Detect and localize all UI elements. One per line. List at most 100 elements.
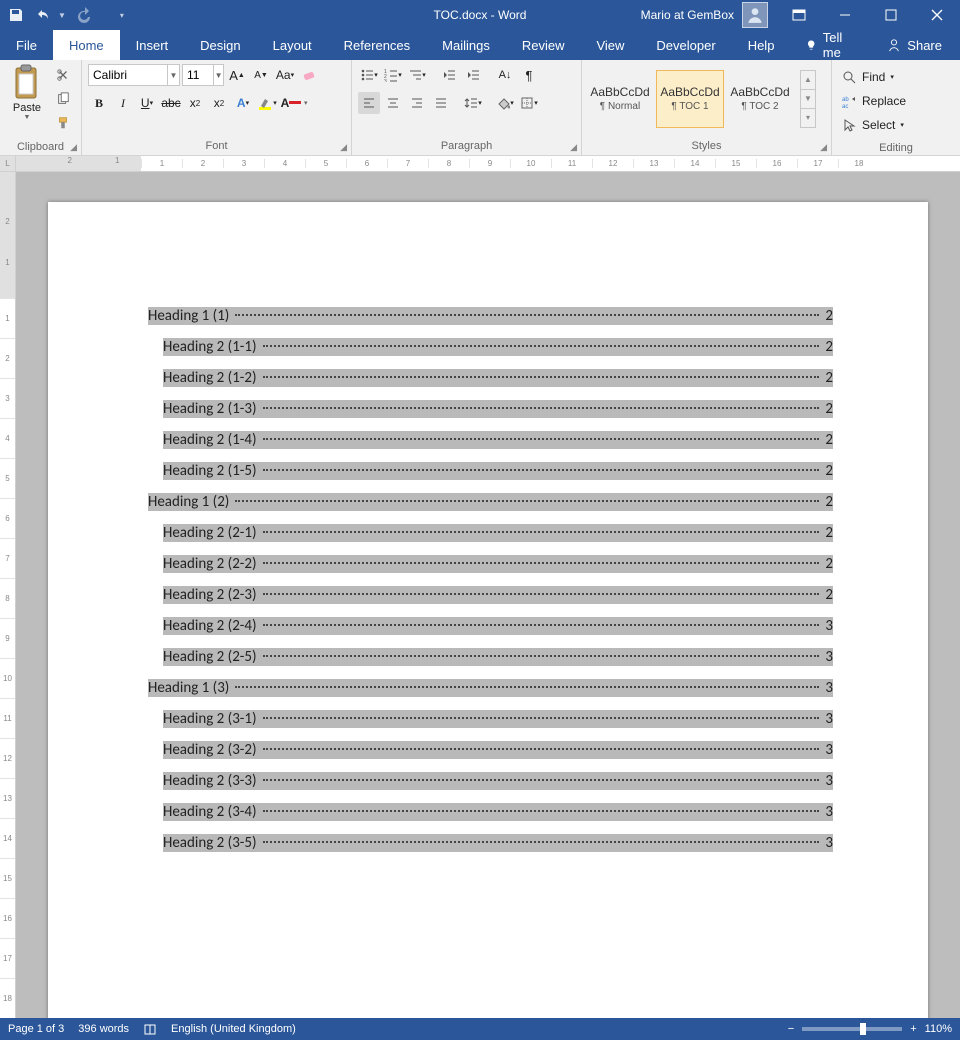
bold-button[interactable]: B <box>88 92 110 114</box>
find-button[interactable]: Find▾ <box>838 66 898 88</box>
ribbon-display-options-button[interactable] <box>776 0 822 30</box>
tab-file[interactable]: File <box>0 30 53 60</box>
paragraph-dialog-launcher[interactable]: ◢ <box>570 142 577 153</box>
tab-view[interactable]: View <box>580 30 640 60</box>
toc-entry[interactable]: Heading 2 (3-3)3 <box>163 772 833 790</box>
cut-button[interactable] <box>52 64 74 86</box>
style-option[interactable]: AaBbCcDd¶ TOC 1 <box>656 70 724 128</box>
chevron-down-icon[interactable]: ▼ <box>213 65 223 85</box>
redo-button[interactable] <box>74 5 94 25</box>
share-button[interactable]: Share <box>881 38 948 53</box>
toc-entry[interactable]: Heading 2 (3-4)3 <box>163 803 833 821</box>
styles-up-button[interactable]: ▲ <box>801 71 815 90</box>
toc-entry[interactable]: Heading 2 (3-1)3 <box>163 710 833 728</box>
styles-dialog-launcher[interactable]: ◢ <box>820 142 827 153</box>
multilevel-list-button[interactable]: ▾ <box>406 64 428 86</box>
font-size-combo[interactable]: ▼ <box>182 64 224 86</box>
save-button[interactable] <box>6 5 26 25</box>
grow-font-button[interactable]: A▲ <box>226 64 248 86</box>
tab-layout[interactable]: Layout <box>257 30 328 60</box>
qat-customize-dropdown[interactable]: ▾ <box>120 11 124 20</box>
format-painter-button[interactable] <box>52 112 74 134</box>
font-size-input[interactable] <box>183 68 213 82</box>
tab-mailings[interactable]: Mailings <box>426 30 506 60</box>
shading-button[interactable]: ▾ <box>494 92 516 114</box>
zoom-in-button[interactable]: + <box>910 1023 916 1035</box>
toc-entry[interactable]: Heading 2 (1-2)2 <box>163 369 833 387</box>
page[interactable]: Heading 1 (1)2 Heading 2 (1-1)2 Heading 2 … <box>48 202 928 1018</box>
spell-check-button[interactable] <box>143 1022 157 1036</box>
numbering-button[interactable]: 123▾ <box>382 64 404 86</box>
decrease-indent-button[interactable] <box>438 64 460 86</box>
horizontal-ruler[interactable]: 21123456789101112131415161718 <box>16 156 960 172</box>
toc-entry[interactable]: Heading 2 (1-3)2 <box>163 400 833 418</box>
toc-entry[interactable]: Heading 2 (1-5)2 <box>163 462 833 480</box>
tell-me-search[interactable]: Tell me <box>790 30 869 60</box>
font-family-input[interactable] <box>89 68 167 82</box>
tab-insert[interactable]: Insert <box>120 30 185 60</box>
style-option[interactable]: AaBbCcDd¶ Normal <box>586 70 654 128</box>
underline-button[interactable]: U▾ <box>136 92 158 114</box>
tab-help[interactable]: Help <box>732 30 791 60</box>
toc-entry[interactable]: Heading 2 (3-5)3 <box>163 834 833 852</box>
document-area[interactable]: Heading 1 (1)2 Heading 2 (1-1)2 Heading 2 … <box>16 172 960 1018</box>
close-window-button[interactable] <box>914 0 960 30</box>
maximize-window-button[interactable] <box>868 0 914 30</box>
tab-references[interactable]: References <box>328 30 426 60</box>
copy-button[interactable] <box>52 88 74 110</box>
undo-button[interactable] <box>34 5 54 25</box>
toc-entry[interactable]: Heading 1 (3)3 <box>148 679 833 697</box>
vertical-ruler[interactable]: 21123456789101112131415161718 <box>0 172 16 1018</box>
user-account[interactable]: Mario at GemBox <box>641 2 776 28</box>
replace-button[interactable]: abac Replace <box>838 90 910 112</box>
bullets-button[interactable]: ▾ <box>358 64 380 86</box>
change-case-button[interactable]: Aa▾ <box>274 64 296 86</box>
select-button[interactable]: Select▾ <box>838 114 908 136</box>
show-hide-button[interactable]: ¶ <box>518 64 540 86</box>
borders-button[interactable]: ▾ <box>518 92 540 114</box>
toc-entry[interactable]: Heading 2 (2-1)2 <box>163 524 833 542</box>
italic-button[interactable]: I <box>112 92 134 114</box>
page-indicator[interactable]: Page 1 of 3 <box>8 1023 64 1035</box>
word-count[interactable]: 396 words <box>78 1023 129 1035</box>
toc-entry[interactable]: Heading 2 (2-3)2 <box>163 586 833 604</box>
zoom-level[interactable]: 110% <box>925 1023 952 1035</box>
styles-gallery[interactable]: AaBbCcDd¶ NormalAaBbCcDd¶ TOC 1AaBbCcDd¶… <box>586 70 794 128</box>
tab-home[interactable]: Home <box>53 30 120 60</box>
superscript-button[interactable]: x2 <box>208 92 230 114</box>
tab-selector[interactable]: L <box>0 156 16 172</box>
toc-entry[interactable]: Heading 2 (1-1)2 <box>163 338 833 356</box>
toc-entry[interactable]: Heading 1 (2)2 <box>148 493 833 511</box>
clipboard-dialog-launcher[interactable]: ◢ <box>70 142 77 153</box>
align-center-button[interactable] <box>382 92 404 114</box>
text-effects-button[interactable]: A▾ <box>232 92 254 114</box>
line-spacing-button[interactable]: ▾ <box>462 92 484 114</box>
zoom-out-button[interactable]: − <box>788 1023 794 1035</box>
toc-entry[interactable]: Heading 2 (3-2)3 <box>163 741 833 759</box>
paste-button[interactable]: Paste ▼ <box>6 64 48 134</box>
toc-entry[interactable]: Heading 2 (2-5)3 <box>163 648 833 666</box>
chevron-down-icon[interactable]: ▼ <box>167 65 179 85</box>
toc-entry[interactable]: Heading 2 (2-4)3 <box>163 617 833 635</box>
font-color-button[interactable]: A <box>280 92 302 114</box>
strikethrough-button[interactable]: abc <box>160 92 182 114</box>
language-indicator[interactable]: English (United Kingdom) <box>171 1023 296 1035</box>
tab-design[interactable]: Design <box>184 30 256 60</box>
justify-button[interactable] <box>430 92 452 114</box>
undo-dropdown[interactable]: ▼ <box>58 11 66 20</box>
toc-entry[interactable]: Heading 1 (1)2 <box>148 307 833 325</box>
toc-entry[interactable]: Heading 2 (1-4)2 <box>163 431 833 449</box>
subscript-button[interactable]: x2 <box>184 92 206 114</box>
tab-developer[interactable]: Developer <box>640 30 731 60</box>
styles-more-button[interactable]: ▾ <box>801 109 815 127</box>
font-dialog-launcher[interactable]: ◢ <box>340 142 347 153</box>
highlight-button[interactable]: ▾ <box>256 92 278 114</box>
font-family-combo[interactable]: ▼ <box>88 64 180 86</box>
zoom-slider[interactable] <box>802 1027 902 1031</box>
align-right-button[interactable] <box>406 92 428 114</box>
styles-down-button[interactable]: ▼ <box>801 90 815 109</box>
sort-button[interactable]: A↓ <box>494 64 516 86</box>
clear-formatting-button[interactable] <box>298 64 320 86</box>
tab-review[interactable]: Review <box>506 30 581 60</box>
minimize-window-button[interactable] <box>822 0 868 30</box>
